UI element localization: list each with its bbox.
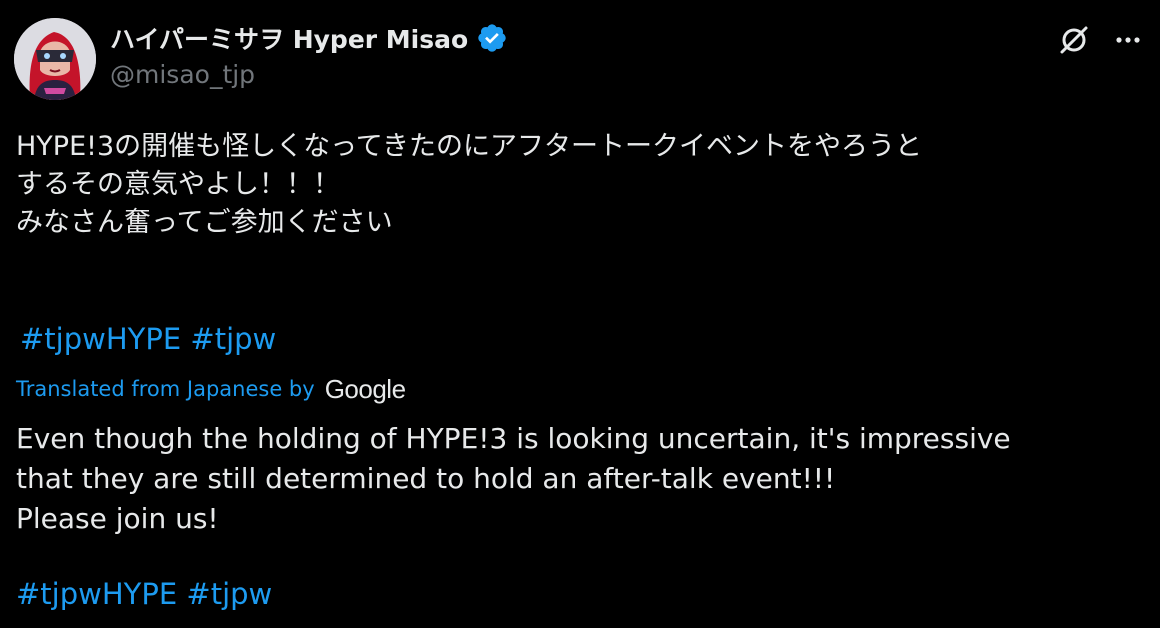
google-logo: Google [324,373,406,404]
translation-label[interactable]: Translated from Japanese by [16,377,315,401]
avatar[interactable] [14,18,96,100]
tweet-original-text: HYPE!3の開催も怪しくなってきたのにアフタートークイベントをやろうと するそ… [16,128,1156,242]
hashtag-link[interactable]: #tjpw [190,322,276,356]
author-handle[interactable]: @misao_tjp [110,60,255,89]
grok-button[interactable] [1056,22,1092,58]
original-hashtags: #tjpwHYPE #tjpw [20,322,276,356]
avatar-image [14,18,96,100]
translated-line: Please join us! [16,502,219,535]
verified-badge-icon[interactable] [476,22,508,54]
author-name-row: ハイパーミサヲ Hyper Misao [110,20,508,56]
translated-line: that they are still determined to hold a… [16,462,836,495]
tweet-translated-text: Even though the holding of HYPE!3 is loo… [16,419,1156,539]
original-line: するその意気やよし！！！ [16,169,340,200]
translation-attribution: Translated from Japanese by Google [16,372,406,406]
hashtag-link[interactable]: #tjpwHYPE [20,322,181,356]
more-options-button[interactable] [1110,22,1146,58]
original-line: みなさん奮ってご参加ください [16,207,393,238]
translated-hashtags: #tjpwHYPE #tjpw [16,577,272,611]
hashtag-link[interactable]: #tjpwHYPE [16,577,177,611]
grok-icon [1060,26,1088,54]
translated-line: Even though the holding of HYPE!3 is loo… [16,422,1011,455]
display-name[interactable]: ハイパーミサヲ Hyper Misao [110,20,468,56]
hashtag-link[interactable]: #tjpw [186,577,272,611]
original-line: HYPE!3の開催も怪しくなってきたのにアフタートークイベントをやろうと [16,131,922,162]
more-options-icon [1116,37,1140,43]
